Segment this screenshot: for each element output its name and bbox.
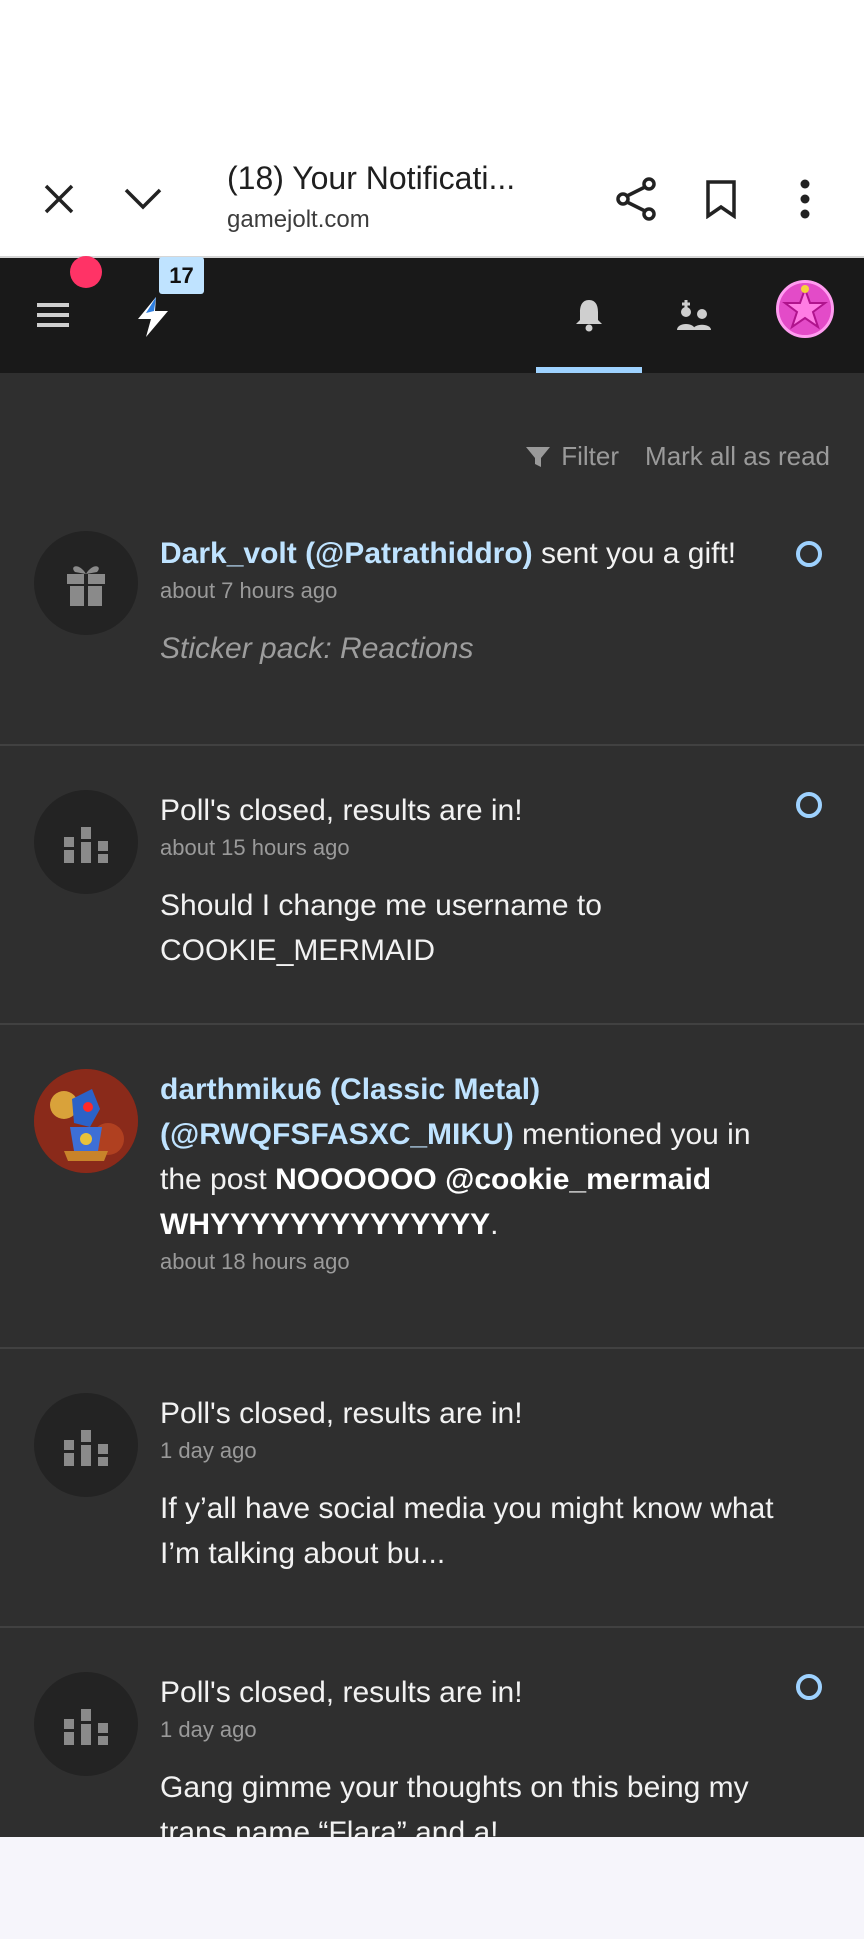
- gift-icon: [34, 531, 138, 635]
- filter-button[interactable]: Filter: [525, 441, 619, 472]
- notification-time: about 7 hours ago: [160, 578, 338, 603]
- poll-icon: [34, 790, 138, 894]
- filter-icon: [526, 446, 551, 467]
- user-avatar-button[interactable]: [776, 280, 834, 338]
- notification-excerpt: Should I change me username to COOKIE_ME…: [160, 889, 602, 967]
- notification-excerpt: If y’all have social media you might kno…: [160, 1492, 774, 1570]
- more-menu-icon[interactable]: [777, 171, 833, 227]
- notification-excerpt: Sticker pack: Reactions: [160, 632, 474, 665]
- site-header: [0, 258, 864, 373]
- status-bar-area: [0, 0, 864, 140]
- chevron-down-icon[interactable]: [115, 171, 171, 227]
- browser-toolbar: (18) Your Notificati... gamejolt.com: [0, 140, 864, 258]
- notification-time: about 15 hours ago: [160, 835, 350, 860]
- hamburger-menu-icon[interactable]: [32, 294, 74, 336]
- feed-toolbar: Filter Mark all as read: [525, 441, 830, 472]
- gamejolt-logo-icon[interactable]: [128, 292, 178, 342]
- notification-action-text: sent you a gift!: [532, 537, 737, 570]
- poll-icon: [34, 1393, 138, 1497]
- notification-item[interactable]: Poll's closed, results are in! about 15 …: [0, 748, 864, 1025]
- notifications-bell-icon[interactable]: [566, 292, 612, 338]
- notification-item[interactable]: Dark_volt (@Patrathiddro) sent you a gif…: [0, 511, 864, 746]
- browser-url: gamejolt.com: [227, 206, 370, 233]
- notification-punctuation: .: [490, 1208, 499, 1241]
- mark-all-read-button[interactable]: Mark all as read: [645, 441, 830, 472]
- user-avatar[interactable]: [34, 1069, 138, 1173]
- notification-action-text: Poll's closed, results are in!: [160, 1397, 523, 1430]
- close-tab-icon[interactable]: [31, 171, 87, 227]
- bookmark-icon[interactable]: [693, 171, 749, 227]
- bottom-navigation-area: [0, 1837, 864, 1939]
- mark-read-toggle[interactable]: [796, 1674, 822, 1700]
- notification-item[interactable]: Poll's closed, results are in! 1 day ago…: [0, 1351, 864, 1628]
- mark-read-toggle[interactable]: [796, 792, 822, 818]
- new-activity-dot: [70, 256, 102, 288]
- activity-count-badge: 17: [159, 257, 204, 294]
- notification-item[interactable]: Poll's closed, results are in! 1 day ago…: [0, 1630, 864, 1837]
- notification-item[interactable]: darthmiku6 (Classic Metal) (@RWQFSFASXC_…: [0, 1027, 864, 1349]
- notification-user-link[interactable]: Dark_volt (@Patrathiddro): [160, 537, 533, 570]
- share-icon[interactable]: [608, 171, 664, 227]
- browser-page-title: (18) Your Notificati...: [227, 160, 516, 196]
- friend-requests-icon[interactable]: [670, 292, 718, 340]
- notification-excerpt: Gang gimme your thoughts on this being m…: [160, 1771, 749, 1837]
- poll-icon: [34, 1672, 138, 1776]
- notification-action-text: Poll's closed, results are in!: [160, 1676, 523, 1709]
- mark-read-toggle[interactable]: [796, 541, 822, 567]
- star-avatar-icon: [779, 283, 831, 335]
- notification-time: about 18 hours ago: [160, 1249, 350, 1274]
- notification-time: 1 day ago: [160, 1717, 257, 1742]
- notifications-feed: Filter Mark all as read Dark_volt (@Patr…: [0, 373, 864, 1837]
- notification-action-text: Poll's closed, results are in!: [160, 794, 523, 827]
- notification-time: 1 day ago: [160, 1438, 257, 1463]
- filter-label: Filter: [561, 441, 620, 471]
- notification-user-link[interactable]: darthmiku6 (Classic Metal) (@RWQFSFASXC_…: [160, 1073, 540, 1151]
